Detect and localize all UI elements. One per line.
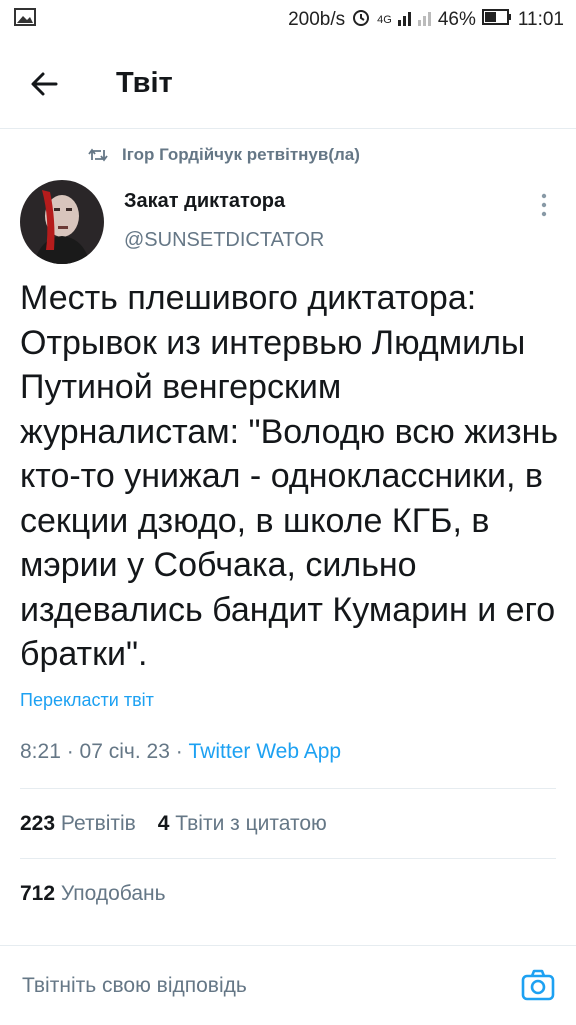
- status-bar: 200b/s 4G 46% 11:01: [0, 0, 576, 40]
- reply-bar: Твітніть свою відповідь: [0, 945, 576, 1025]
- retweets-count: 223: [20, 812, 56, 835]
- author-handle[interactable]: @SUNSETDICTATOR: [124, 229, 324, 252]
- more-options-button[interactable]: [534, 192, 554, 218]
- camera-button[interactable]: [520, 968, 556, 1002]
- signal-icon: [397, 8, 432, 32]
- quotes-stat[interactable]: 4 Твіти з цитатою: [158, 812, 327, 835]
- reply-input[interactable]: Твітніть свою відповідь: [22, 974, 247, 998]
- network-type: 4G: [377, 14, 392, 26]
- gallery-notification-icon: [14, 8, 36, 31]
- author-name[interactable]: Закат диктатора: [124, 190, 285, 213]
- more-vertical-icon: [541, 193, 547, 217]
- tweet-text: Месть плешивого диктатора: Отрывок из ин…: [20, 279, 559, 673]
- author-avatar[interactable]: [20, 180, 104, 264]
- tweet-metadata: 8:21 · 07 січ. 23 · Twitter Web App: [20, 740, 342, 763]
- back-button[interactable]: [26, 68, 66, 100]
- arrow-left-icon: [31, 72, 58, 96]
- quotes-label: Твіти з цитатою: [175, 812, 327, 835]
- top-app-bar: Твіт: [0, 40, 576, 129]
- tweet-source-link[interactable]: Twitter Web App: [189, 740, 342, 763]
- alarm-icon: [351, 7, 371, 33]
- engagement-stats: 223 Ретвітів 4 Твіти з цитатою: [20, 812, 327, 836]
- retweets-label: Ретвітів: [60, 812, 136, 835]
- retweeted-by-label: Ігор Гордійчук ретвітнув(ла): [122, 145, 360, 164]
- tweet-time: 8:21: [20, 740, 61, 763]
- retweets-stat[interactable]: 223 Ретвітів: [20, 812, 136, 835]
- divider: [20, 858, 556, 859]
- network-speed: 200b/s: [288, 9, 346, 30]
- likes-label: Уподобань: [60, 882, 166, 905]
- battery-icon: [481, 9, 512, 31]
- divider: [20, 788, 556, 789]
- status-indicators: 200b/s 4G 46% 11:01: [282, 7, 564, 33]
- likes-stat[interactable]: 712 Уподобань: [20, 882, 166, 906]
- page-title: Твіт: [116, 67, 173, 99]
- clock: 11:01: [517, 9, 564, 30]
- translate-tweet-link[interactable]: Перекласти твіт: [20, 690, 154, 711]
- camera-icon: [521, 969, 555, 1001]
- tweet-date: 07 січ. 23: [79, 740, 170, 763]
- quotes-count: 4: [157, 812, 170, 835]
- retweet-icon: [88, 148, 108, 162]
- likes-count: 712: [20, 882, 56, 905]
- retweet-context[interactable]: Ігор Гордійчук ретвітнув(ла): [88, 145, 360, 165]
- battery-level: 46%: [437, 9, 476, 30]
